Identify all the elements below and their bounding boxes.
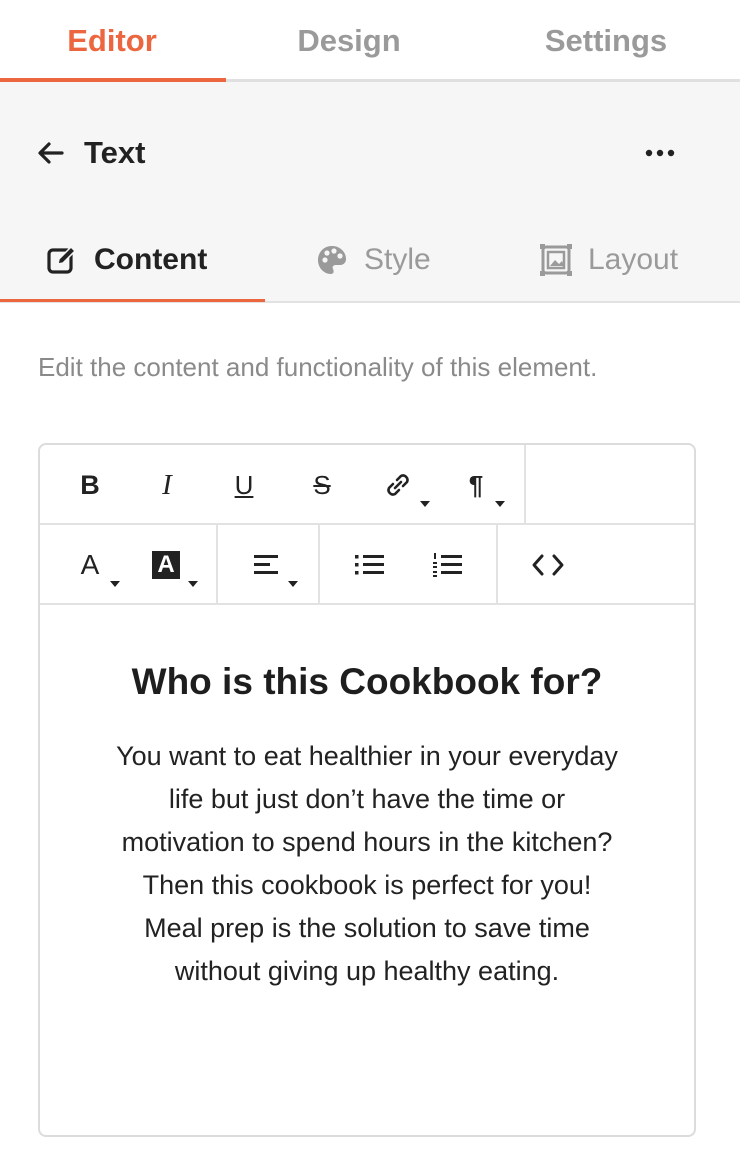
- toolbar-separator: [216, 525, 218, 603]
- content-paragraph[interactable]: You want to eat healthier in your everyd…: [80, 735, 654, 993]
- paragraph-icon: ¶: [468, 469, 484, 500]
- numbered-list-icon: [433, 553, 462, 577]
- code-icon: [532, 554, 564, 576]
- link-icon: [387, 474, 409, 496]
- tab-layout[interactable]: Layout: [540, 222, 678, 298]
- toolbar-row-formatting: B I U S ¶: [40, 445, 694, 525]
- align-left-icon: [254, 555, 278, 574]
- panel-description: Edit the content and functionality of th…: [38, 352, 598, 382]
- arrow-left-icon[interactable]: [36, 138, 66, 168]
- toolbar-row-styles: A A: [40, 525, 694, 605]
- chevron-down-icon: [420, 501, 430, 507]
- element-title: Text: [84, 135, 146, 170]
- paragraph-line: Then this cookbook is perfect for you!: [142, 870, 592, 900]
- top-tab-bar: Editor Design Settings: [0, 0, 740, 82]
- italic-icon: I: [162, 468, 172, 501]
- background-color-button[interactable]: A: [144, 545, 198, 587]
- chevron-down-icon: [495, 501, 505, 507]
- italic-button[interactable]: I: [145, 465, 189, 505]
- rich-text-editor: B I U S ¶ A A Who is this Cookbook for? …: [38, 443, 696, 1137]
- tab-content-label: Content: [94, 243, 208, 276]
- palette-icon: [318, 246, 346, 274]
- more-options-button[interactable]: [636, 138, 684, 168]
- underline-icon: U: [234, 469, 254, 500]
- text-color-button[interactable]: A: [68, 545, 120, 587]
- toolbar-separator: [524, 445, 526, 523]
- paragraph-line: Meal prep is the solution to save time: [144, 913, 590, 943]
- back-button[interactable]: Text: [36, 135, 145, 171]
- tab-design[interactable]: Design: [236, 0, 462, 82]
- edit-icon: [47, 245, 77, 274]
- numbered-list-button[interactable]: [426, 545, 470, 585]
- paragraph-line: life but just don’t have the time or: [168, 784, 566, 814]
- tab-content[interactable]: Content: [46, 222, 207, 298]
- bullet-list-button[interactable]: [348, 545, 392, 585]
- code-view-button[interactable]: [526, 545, 570, 585]
- layout-icon: [540, 244, 572, 276]
- editor-content-area[interactable]: Who is this Cookbook for? You want to ea…: [40, 607, 694, 993]
- chevron-down-icon: [288, 581, 298, 587]
- tab-layout-label: Layout: [588, 243, 679, 276]
- element-header: Text Content Style Layout: [0, 82, 740, 303]
- bold-icon: B: [80, 469, 100, 500]
- tab-settings[interactable]: Settings: [492, 0, 720, 82]
- chevron-down-icon: [110, 581, 120, 587]
- text-color-icon: A: [80, 549, 100, 580]
- tab-editor[interactable]: Editor: [0, 0, 224, 82]
- underline-button[interactable]: U: [222, 465, 266, 505]
- chevron-down-icon: [188, 581, 198, 587]
- active-subtab-indicator: [0, 299, 265, 302]
- paragraph-line: motivation to spend hours in the kitchen…: [121, 827, 613, 857]
- more-horizontal-icon: [645, 149, 675, 157]
- tab-style-label: Style: [364, 243, 431, 276]
- bullet-list-icon: [355, 555, 384, 575]
- toolbar-separator: [496, 525, 498, 603]
- paragraph-line: You want to eat healthier in your everyd…: [116, 741, 618, 771]
- strikethrough-icon: S: [313, 469, 331, 500]
- content-heading[interactable]: Who is this Cookbook for?: [80, 659, 654, 705]
- strikethrough-button[interactable]: S: [300, 465, 344, 505]
- sub-tab-bar: Content Style Layout: [0, 222, 740, 302]
- paragraph-format-button[interactable]: ¶: [454, 465, 505, 507]
- toolbar-separator: [318, 525, 320, 603]
- background-color-icon: A: [152, 551, 180, 579]
- tab-style[interactable]: Style: [316, 222, 431, 298]
- link-button[interactable]: [376, 465, 430, 507]
- align-button[interactable]: [246, 545, 298, 587]
- paragraph-line: without giving up healthy eating.: [174, 956, 560, 986]
- bold-button[interactable]: B: [68, 465, 112, 505]
